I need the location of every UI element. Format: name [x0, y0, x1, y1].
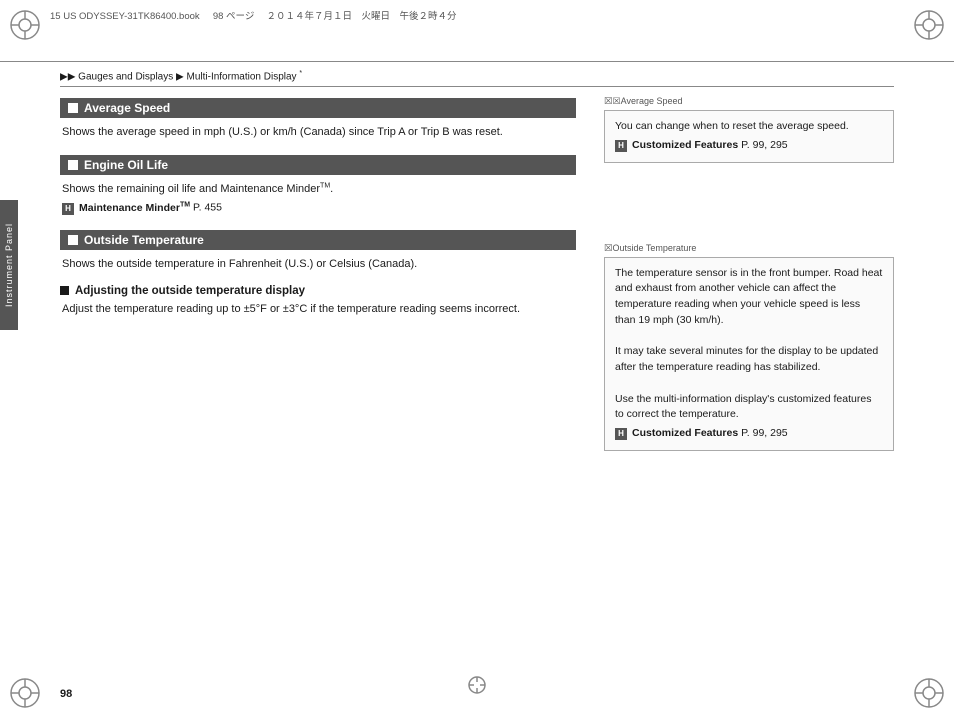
note-outside-temp-text2: It may take several minutes for the disp…	[615, 345, 878, 373]
top-bar: 15 US ODYSSEY-31TK86400.book 98 ページ ２０１４…	[0, 0, 954, 62]
breadcrumb-item2: Multi-Information Display	[187, 71, 297, 82]
section-average-speed-header: Average Speed	[60, 98, 576, 118]
crossref-icon-temp: H	[615, 428, 627, 440]
section-engine-oil-header: Engine Oil Life	[60, 155, 576, 175]
section-outside-temp-title: Outside Temperature	[84, 233, 204, 247]
note-outside-temp-box: The temperature sensor is in the front b…	[604, 257, 894, 451]
engine-oil-text: Shows the remaining oil life and Mainten…	[62, 183, 333, 195]
crossref-text: Maintenance MinderTM P. 455	[79, 200, 222, 216]
corner-decoration-bottom-left	[5, 673, 45, 713]
section-outside-temp-body: Shows the outside temperature in Fahrenh…	[60, 256, 576, 273]
note-avg-speed-box: You can change when to reset the average…	[604, 110, 894, 163]
section-square-icon	[68, 235, 78, 245]
breadcrumb-prefix: ▶▶	[60, 71, 75, 82]
section-engine-oil-title: Engine Oil Life	[84, 158, 168, 172]
note-outside-temp-crossref: H Customized Features P. 99, 295	[615, 426, 788, 442]
metadata-text: 15 US ODYSSEY-31TK86400.book	[50, 11, 200, 22]
metadata-page: 98 ページ	[213, 11, 264, 22]
breadcrumb-separator: ▶	[176, 71, 184, 82]
corner-decoration-bottom-right	[909, 673, 949, 713]
page-number: 98	[60, 688, 72, 700]
note-avg-speed-text: You can change when to reset the average…	[615, 120, 849, 132]
section-average-speed-title: Average Speed	[84, 101, 170, 115]
main-content: Average Speed Shows the average speed in…	[60, 88, 894, 668]
average-speed-text: Shows the average speed in mph (U.S.) or…	[62, 126, 503, 138]
right-column: ☒☒Average Speed You can change when to r…	[604, 88, 894, 668]
subsection-adjust-title: Adjusting the outside temperature displa…	[75, 285, 305, 297]
instrument-panel-tab: Instrument Panel	[0, 200, 18, 330]
engine-oil-crossref: H Maintenance MinderTM P. 455	[62, 200, 222, 216]
section-engine-oil-body: Shows the remaining oil life and Mainten…	[60, 181, 576, 217]
crossref-text-avg: Customized Features P. 99, 295	[632, 138, 788, 154]
file-metadata: 15 US ODYSSEY-31TK86400.book 98 ページ ２０１４…	[50, 8, 904, 22]
crossref-icon: H	[62, 203, 74, 215]
outside-temp-text: Shows the outside temperature in Fahrenh…	[62, 258, 417, 270]
crossref-text-temp: Customized Features P. 99, 295	[632, 426, 788, 442]
subsection-adjust-header: Adjusting the outside temperature displa…	[60, 285, 576, 297]
section-average-speed-body: Shows the average speed in mph (U.S.) or…	[60, 124, 576, 141]
section-square-icon	[68, 103, 78, 113]
subsection-square-icon	[60, 286, 69, 295]
side-tab-label: Instrument Panel	[4, 223, 14, 307]
section-square-icon	[68, 160, 78, 170]
adjust-text: Adjust the temperature reading up to ±5°…	[62, 303, 520, 315]
breadcrumb-item1: Gauges and Displays	[78, 71, 173, 82]
note-avg-speed-label: ☒☒Average Speed	[604, 96, 894, 107]
note-outside-temp-text1: The temperature sensor is in the front b…	[615, 267, 882, 326]
note-outside-temp-text3: Use the multi-information display's cust…	[615, 393, 871, 421]
subsection-adjust-body: Adjust the temperature reading up to ±5°…	[60, 301, 576, 318]
breadcrumb-asterisk: *	[299, 70, 302, 77]
section-outside-temp-header: Outside Temperature	[60, 230, 576, 250]
crossref-icon-avg: H	[615, 140, 627, 152]
note-avg-speed-crossref: H Customized Features P. 99, 295	[615, 138, 788, 154]
note-outside-temp-label: ☒Outside Temperature	[604, 243, 894, 254]
breadcrumb: ▶▶ Gauges and Displays ▶ Multi-Informati…	[60, 62, 894, 87]
left-column: Average Speed Shows the average speed in…	[60, 88, 586, 668]
metadata-date: ２０１４年７月１日 火曜日 午後２時４分	[267, 11, 457, 22]
bottom-center-crosshair	[465, 673, 489, 700]
